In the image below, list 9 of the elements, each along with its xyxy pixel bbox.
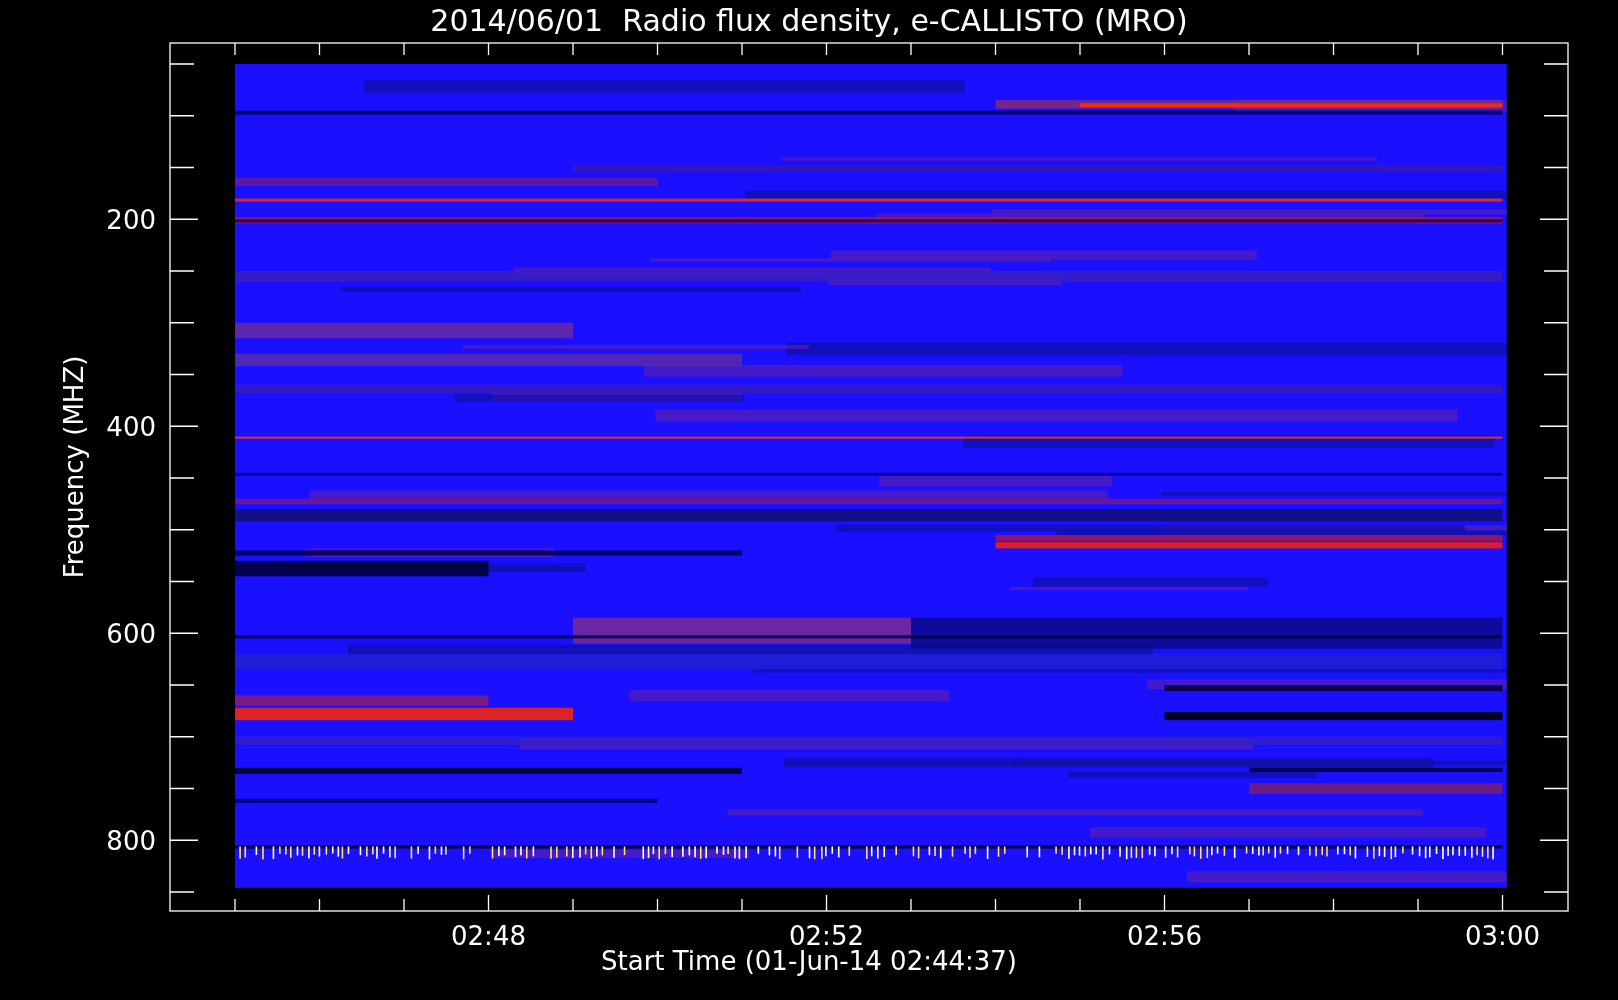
y-tick-label: 200 xyxy=(106,205,156,236)
chart-title: 2014/06/01 Radio flux density, e-CALLISTO (MRO) xyxy=(430,2,1188,40)
x-tick-label: 02:56 xyxy=(1127,921,1202,950)
x-tick-label: 02:48 xyxy=(451,921,526,950)
y-axis-label: Frequency (MHZ) xyxy=(59,355,89,579)
y-tick-label: 600 xyxy=(106,619,156,650)
y-tick-label: 800 xyxy=(106,826,156,857)
y-tick-label: 400 xyxy=(106,412,156,443)
x-tick-label: 03:00 xyxy=(1465,921,1540,950)
